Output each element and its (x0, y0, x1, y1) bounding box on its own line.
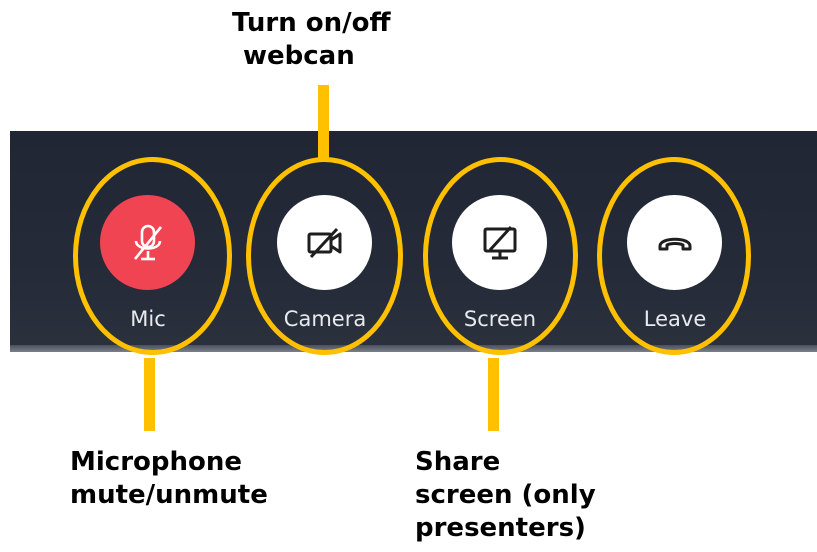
hang-up-icon (653, 221, 697, 265)
mic-callout: Microphone mute/unmute (70, 446, 268, 512)
camera-callout-line: Turn on/off (232, 8, 391, 38)
mic-label: Mic (130, 307, 166, 331)
toolbar-bottom-edge (10, 345, 817, 352)
camera-callout: Turn on/off webcan (232, 7, 391, 73)
mic-connector (144, 358, 155, 431)
camera-connector (318, 85, 329, 159)
screen-callout-line: presenters) (415, 513, 586, 543)
mic-callout-line: Microphone (70, 447, 243, 477)
leave-label: Leave (643, 307, 707, 331)
mic-button[interactable] (100, 195, 195, 290)
camera-off-icon (303, 221, 347, 265)
screen-callout-line: Share (415, 447, 501, 477)
camera-label: Camera (283, 307, 367, 331)
screen-share-off-icon (478, 221, 522, 265)
screen-label: Screen (463, 307, 537, 331)
camera-button[interactable] (277, 195, 372, 290)
screen-connector (488, 358, 499, 431)
screen-callout: Share screen (only presenters) (415, 446, 596, 545)
mic-off-icon (126, 221, 170, 265)
screen-button[interactable] (452, 195, 547, 290)
mic-callout-line: mute/unmute (70, 480, 268, 510)
leave-button[interactable] (627, 195, 722, 290)
screen-callout-line: screen (only (415, 480, 596, 510)
camera-callout-line: webcan (243, 41, 355, 71)
